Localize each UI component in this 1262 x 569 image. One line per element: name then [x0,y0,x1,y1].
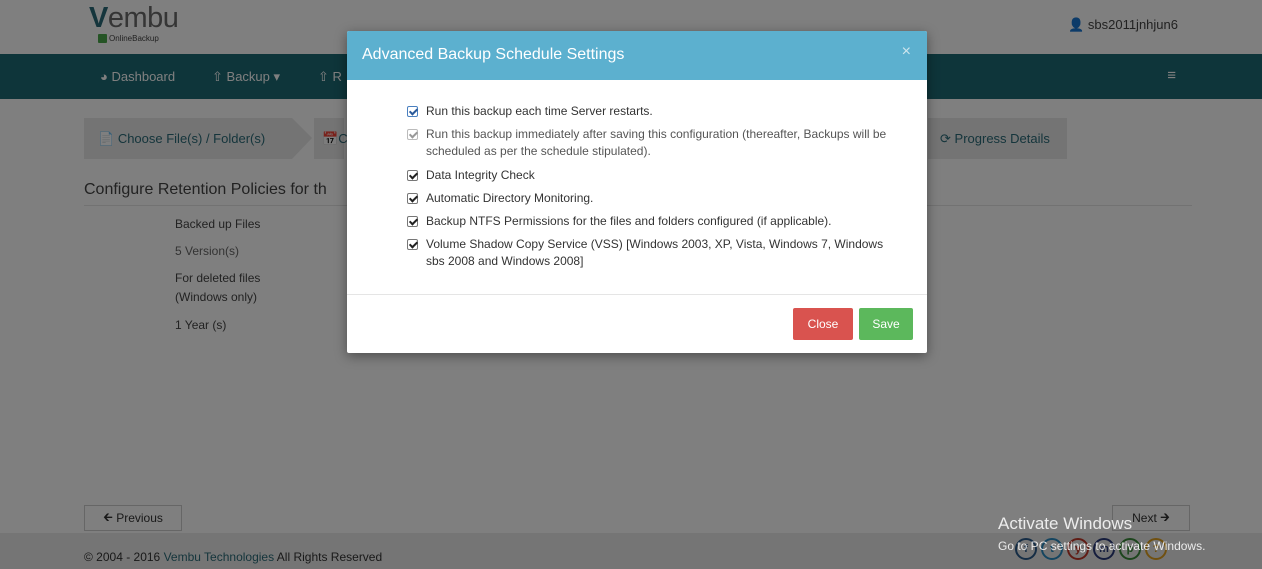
dialog-footer-divider [347,294,927,295]
dialog-title: Advanced Backup Schedule Settings [362,46,625,63]
checkbox-directory-monitoring[interactable] [407,193,418,204]
option-ntfs-permissions: Backup NTFS Permissions for the files an… [407,213,921,230]
close-button[interactable]: Close [793,308,853,340]
checkbox-data-integrity[interactable] [407,170,418,181]
option-vss: Volume Shadow Copy Service (VSS) [Window… [407,236,896,270]
dialog-body: Run this backup each time Server restart… [347,80,927,294]
checkbox-server-restart[interactable] [407,106,418,117]
checkbox-run-immediately [407,129,418,140]
save-button[interactable]: Save [859,308,913,340]
option-server-restart: Run this backup each time Server restart… [407,103,921,120]
option-run-immediately: Run this backup immediately after saving… [407,126,921,160]
option-directory-monitoring: Automatic Directory Monitoring. [407,190,921,207]
dialog-header: Advanced Backup Schedule Settings × [347,31,927,80]
checkbox-vss[interactable] [407,239,418,250]
close-icon[interactable]: × [902,43,911,61]
advanced-schedule-dialog: Advanced Backup Schedule Settings × Run … [347,31,927,353]
option-data-integrity: Data Integrity Check [407,167,921,184]
checkbox-ntfs-permissions[interactable] [407,216,418,227]
activate-windows-subtitle: Go to PC settings to activate Windows. [998,539,1206,553]
activate-windows-title: Activate Windows [998,514,1133,533]
